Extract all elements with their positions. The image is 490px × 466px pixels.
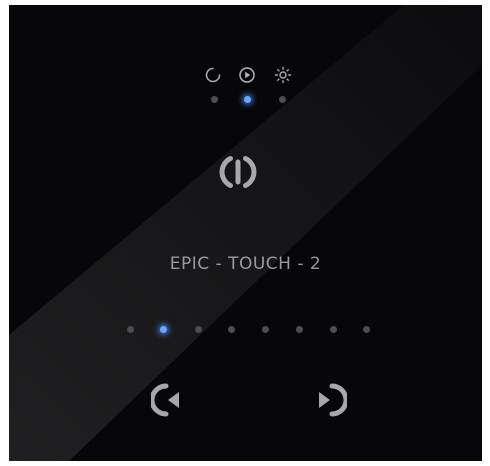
- touch-panel: EPIC - TOUCH - 2: [9, 5, 482, 461]
- page-dot[interactable]: [127, 326, 134, 333]
- page-dot[interactable]: [330, 326, 337, 333]
- power-button[interactable]: [216, 150, 260, 194]
- device-name-label: EPIC - TOUCH - 2: [169, 254, 322, 274]
- mode-indicator-dot-active[interactable]: [244, 96, 251, 103]
- brightness-icon[interactable]: [274, 66, 292, 84]
- page-dot[interactable]: [296, 326, 303, 333]
- play-icon[interactable]: [238, 66, 256, 84]
- page-dot[interactable]: [262, 326, 269, 333]
- next-icon: [319, 383, 347, 417]
- next-button[interactable]: [307, 380, 347, 420]
- page-dot[interactable]: [363, 326, 370, 333]
- page-dot[interactable]: [195, 326, 202, 333]
- page-dot[interactable]: [228, 326, 235, 333]
- page-dot-active[interactable]: [160, 326, 167, 333]
- power-icon: [219, 156, 257, 188]
- previous-button[interactable]: [151, 380, 191, 420]
- mode-indicator-dot[interactable]: [211, 96, 218, 103]
- refresh-icon[interactable]: [204, 66, 222, 84]
- previous-icon: [151, 383, 179, 417]
- mode-indicator-dot[interactable]: [279, 96, 286, 103]
